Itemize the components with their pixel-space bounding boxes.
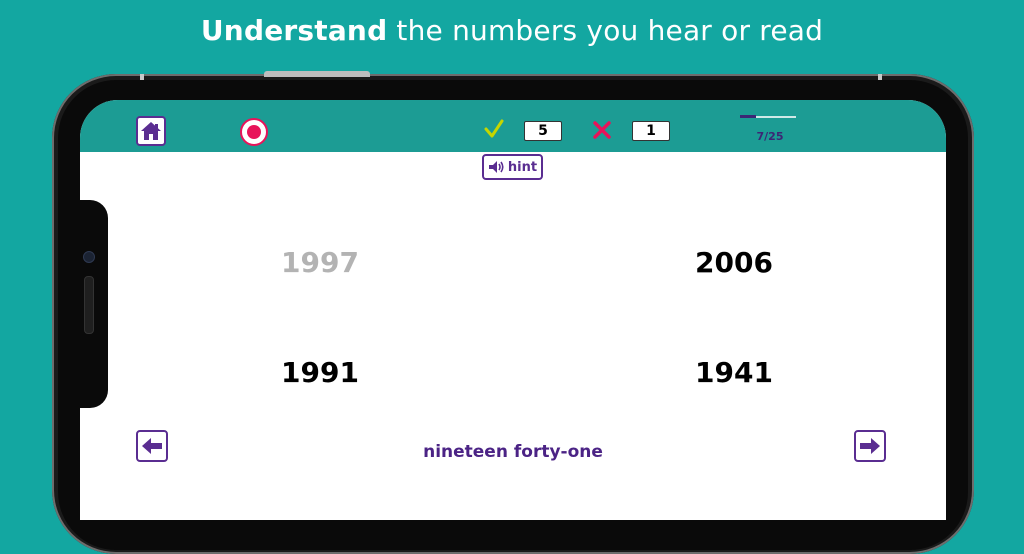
record-button[interactable] [240,118,268,146]
next-button[interactable] [854,430,886,462]
headline: Understand the numbers you hear or read [0,14,1024,47]
answer-text: nineteen forty-one [423,442,603,462]
choice-option[interactable]: 1941 [634,356,834,389]
app-screen: 5 1 7/25 hint 1997 2006 1991 1941 ninete… [80,100,946,520]
progress-fill [740,115,756,118]
headline-bold: Understand [200,14,388,47]
home-button[interactable] [136,116,166,146]
arrow-right-icon [860,438,880,454]
speaker-icon [488,161,504,173]
camera-lens [83,251,95,263]
phone-nub-right [878,74,882,80]
progress-label: 7/25 [756,130,784,143]
choice-option[interactable]: 1997 [220,246,420,279]
record-icon [247,125,261,139]
phone-side-button [264,71,370,77]
headline-rest: the numbers you hear or read [387,14,824,47]
home-icon [141,122,161,140]
earpiece-speaker [84,276,94,334]
choice-option[interactable]: 1991 [220,356,420,389]
phone-nub-left [140,74,144,80]
correct-count: 5 [524,121,562,141]
check-icon [484,119,504,138]
hint-label: hint [507,159,538,175]
wrong-count: 1 [632,121,670,141]
top-toolbar: 5 1 7/25 [80,100,946,152]
cross-icon [593,121,611,139]
hint-button[interactable]: hint [482,154,543,180]
choice-option[interactable]: 2006 [634,246,834,279]
